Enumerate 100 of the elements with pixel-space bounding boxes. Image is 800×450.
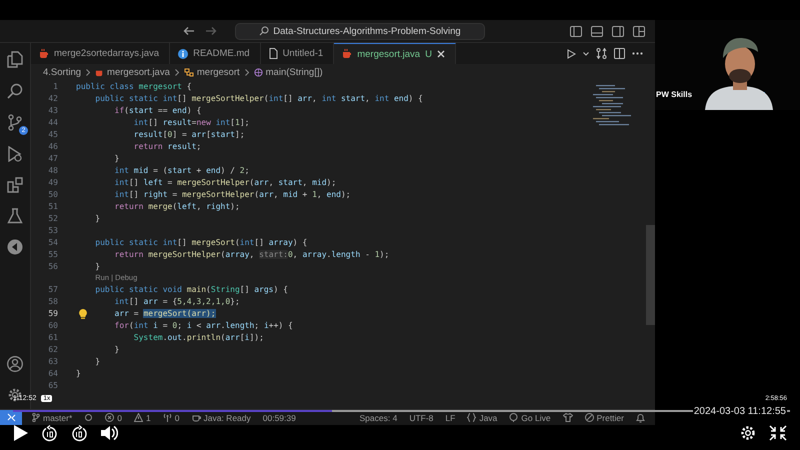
layout-icon[interactable] xyxy=(570,26,582,36)
line-number: 57 xyxy=(47,284,58,294)
cup-icon xyxy=(95,68,104,76)
chevron-right-icon xyxy=(244,68,249,76)
search-icon xyxy=(259,26,270,36)
status-text[interactable]: 0 xyxy=(174,412,180,422)
exit-fullscreen-icon[interactable] xyxy=(769,425,787,441)
code-line: public static int[] mergeSort(int[] array) { xyxy=(95,238,308,246)
more-icon[interactable] xyxy=(632,52,643,55)
code-line: } xyxy=(114,344,120,354)
broadcast-icon[interactable] xyxy=(509,413,518,422)
status-text[interactable]: Spaces: 4 xyxy=(360,412,398,422)
code-line: System.out.println(arr[i]); xyxy=(134,332,264,342)
editor-tab[interactable]: merge2sortedarrays.java xyxy=(31,43,170,64)
line-number: 48 xyxy=(47,166,58,174)
code-line: } xyxy=(95,262,100,270)
rewind-icon[interactable] xyxy=(42,424,58,442)
code-line: result[0] = arr[start]; xyxy=(134,130,245,138)
editor-tab[interactable]: README.md xyxy=(170,43,261,64)
line-number: 53 xyxy=(47,226,58,234)
fast-forward-icon[interactable] xyxy=(71,424,87,442)
layout-icon[interactable] xyxy=(633,26,645,36)
scrollbar-thumb[interactable] xyxy=(646,225,655,325)
status-text[interactable]: master* xyxy=(43,412,72,422)
code-line: int[] arr = {5,4,3,2,1,0}; xyxy=(114,296,240,306)
search-icon[interactable] xyxy=(7,83,23,99)
command-search-field[interactable]: Data-Structures-Algorithms-Problem-Solving xyxy=(235,22,485,40)
cup-icon[interactable] xyxy=(192,413,200,422)
code-line: for(int i = 0; i < arr.length; i++) { xyxy=(114,320,293,330)
close-icon[interactable] xyxy=(436,50,445,58)
line-number: 65 xyxy=(47,380,58,390)
warning-icon[interactable] xyxy=(134,413,144,422)
layout-icon[interactable] xyxy=(612,26,624,36)
braces-icon[interactable] xyxy=(467,413,476,422)
play-icon[interactable] xyxy=(13,424,29,442)
antenna-icon[interactable] xyxy=(162,413,172,422)
breadcrumb-item[interactable]: main(String[]) xyxy=(254,66,323,78)
status-text[interactable]: Prettier xyxy=(596,412,624,422)
code-line: return merge(left, right); xyxy=(114,202,240,210)
breadcrumb-item[interactable]: mergesort.java xyxy=(95,66,170,78)
status-text[interactable]: 1 xyxy=(146,412,151,422)
method-icon xyxy=(254,68,263,76)
status-text[interactable]: Go Live xyxy=(521,412,551,422)
remote-button[interactable] xyxy=(0,410,22,425)
account-icon[interactable] xyxy=(7,356,23,372)
shirt-icon[interactable] xyxy=(562,413,573,422)
status-text[interactable]: UTF-8 xyxy=(409,412,434,422)
line-number: 60 xyxy=(47,320,58,330)
code-line: arr = mergeSort(arr); xyxy=(114,308,216,318)
status-text[interactable]: 0 xyxy=(117,412,122,422)
error-icon[interactable] xyxy=(105,413,114,422)
line-number: 63 xyxy=(47,356,58,366)
status-text[interactable]: 00:59:39 xyxy=(262,412,296,422)
lightbulb-icon[interactable] xyxy=(79,308,87,318)
breadcrumb-item[interactable]: mergesort xyxy=(184,66,240,78)
line-number: 44 xyxy=(47,118,58,126)
code-line: } xyxy=(95,214,100,222)
back-arrow-icon[interactable] xyxy=(183,26,195,36)
branch-icon[interactable] xyxy=(32,413,40,422)
layout-icon[interactable] xyxy=(591,26,603,36)
split-editor-icon[interactable] xyxy=(614,48,625,59)
extension-logo-icon[interactable] xyxy=(7,239,23,255)
flask-icon[interactable] xyxy=(7,208,23,224)
line-number: 46 xyxy=(47,142,58,150)
volume-icon[interactable] xyxy=(100,425,118,441)
forward-arrow-icon[interactable] xyxy=(205,26,217,36)
chevron-right-icon xyxy=(174,68,179,76)
line-number: 54 xyxy=(47,238,58,246)
breadcrumb-item[interactable]: 4.Sorting xyxy=(43,66,82,78)
remote-icon xyxy=(6,413,16,422)
sync-icon[interactable] xyxy=(84,413,94,422)
chevron-down-icon[interactable] xyxy=(583,52,589,56)
line-number: 1 xyxy=(52,82,58,90)
chevron-right-icon xyxy=(86,68,90,76)
code-line: } xyxy=(114,154,120,162)
line-number: 56 xyxy=(47,262,58,270)
code-line: } xyxy=(76,368,81,378)
line-number: 58 xyxy=(47,296,58,306)
channel-label: PW Skills xyxy=(656,90,692,99)
code-line: public class mergesort { xyxy=(76,82,192,90)
line-number: 51 xyxy=(47,202,58,210)
files-icon[interactable] xyxy=(7,51,23,68)
line-number: 61 xyxy=(47,332,58,342)
source-control-icon[interactable] xyxy=(7,114,23,131)
info-icon xyxy=(178,48,188,58)
editor-tab[interactable]: mergesort.java U xyxy=(334,43,456,64)
line-number: 64 xyxy=(47,368,58,378)
line-number: 47 xyxy=(47,154,58,162)
timestamp: 2024-03-03 11:12:55 xyxy=(692,406,787,417)
run-icon[interactable] xyxy=(567,48,576,58)
bell-icon[interactable] xyxy=(636,412,645,422)
status-text[interactable]: Java: Ready xyxy=(204,412,251,422)
prohibited-icon[interactable] xyxy=(584,413,594,422)
run-debug-icon[interactable] xyxy=(7,146,23,162)
status-text[interactable]: LF xyxy=(445,412,456,422)
status-text[interactable]: Java xyxy=(479,412,498,422)
line-number: 62 xyxy=(47,344,58,354)
line-number: 49 xyxy=(47,178,58,186)
compare-changes-icon[interactable] xyxy=(596,48,607,59)
extensions-icon[interactable] xyxy=(7,177,23,193)
